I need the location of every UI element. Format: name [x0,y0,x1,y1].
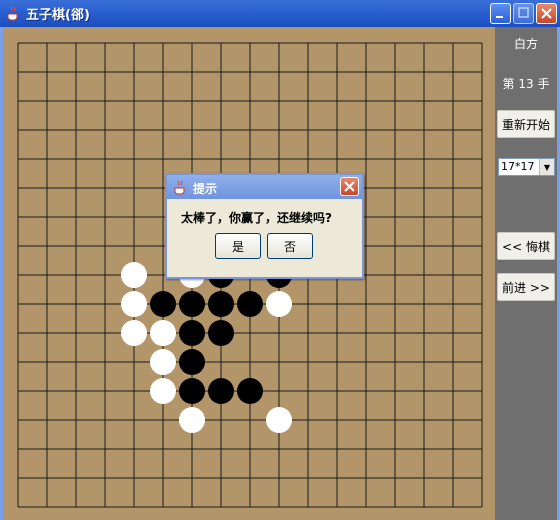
forward-button[interactable]: 前进 >> [497,273,555,301]
maximize-icon [518,7,529,18]
turn-label: 白方 [513,37,538,51]
board-size-value: 17*17 [501,160,535,173]
close-button[interactable] [536,3,557,24]
side-panel: 白方 第 13 手 重新开始 17*17 ▼ << 悔棋 前进 >> [495,27,557,520]
no-button[interactable]: 否 [267,233,313,259]
white-stone [266,291,292,317]
black-stone [179,320,205,346]
yes-button[interactable]: 是 [215,233,261,259]
white-stone [121,320,147,346]
minimize-button[interactable] [490,3,511,24]
title-bar[interactable]: 五子棋(郤) [0,0,560,28]
white-stone [179,407,205,433]
black-stone [150,291,176,317]
white-stone [121,291,147,317]
close-icon [344,181,355,192]
white-stone [150,320,176,346]
move-counter: 第 13 手 [502,77,550,91]
black-stone [208,378,234,404]
java-cup-icon [7,6,18,21]
maximize-button[interactable] [513,3,534,24]
window-title: 五子棋(郤) [26,8,90,23]
white-stone [266,407,292,433]
dialog-title: 提示 [193,182,218,196]
black-stone [208,320,234,346]
dialog-title-bar[interactable]: 提示 [167,175,362,199]
black-stone [179,378,205,404]
dialog-message: 太棒了，你赢了，还继续吗? [181,211,332,225]
black-stone [237,378,263,404]
chevron-down-icon[interactable]: ▼ [539,159,554,175]
minimize-icon [496,16,503,18]
white-stone [150,378,176,404]
board-size-select[interactable]: 17*17 ▼ [498,158,555,176]
white-stone [121,262,147,288]
black-stone [179,349,205,375]
black-stone [179,291,205,317]
confirm-dialog: 提示 太棒了，你赢了，还继续吗? 是 否 [165,173,364,279]
java-cup-icon [174,180,185,195]
close-icon [541,8,552,19]
undo-button[interactable]: << 悔棋 [497,232,555,260]
dialog-close-button[interactable] [340,177,359,196]
restart-button[interactable]: 重新开始 [497,110,555,138]
white-stone [150,349,176,375]
black-stone [208,291,234,317]
black-stone [237,291,263,317]
